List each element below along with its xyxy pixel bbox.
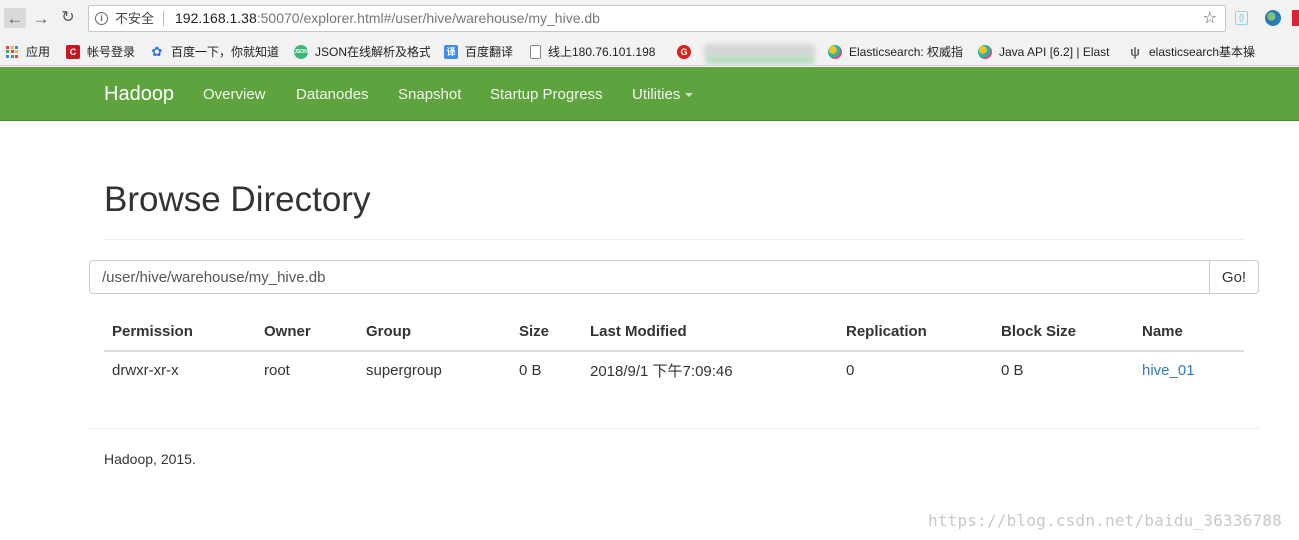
browser-toolbar: ← → ↻ i 不安全 192.168.1.38:50070/explorer.… [0,0,1299,37]
extension-icon[interactable] [1292,10,1299,26]
cell-replication: 0 [846,361,855,379]
g-icon: G [677,44,691,59]
file-table: Permission Owner Group Size Last Modifie… [104,312,1244,388]
extension-icon[interactable]: {} [1235,11,1248,25]
cell-permission: drwxr-xr-x [112,361,179,379]
address-bar[interactable]: i 不安全 192.168.1.38:50070/explorer.html#/… [88,5,1226,32]
go-button[interactable]: Go! [1209,260,1259,294]
column-header-name[interactable]: Name [1134,312,1244,352]
baidu-paw-icon: ✿ [151,43,163,59]
bookmark-apps[interactable]: 应用 [6,43,50,60]
hadoop-navbar: Hadoop Overview Datanodes Snapshot Start… [0,67,1299,121]
column-header-last-modified[interactable]: Last Modified [582,312,838,352]
bookmarks-bar: 应用 C 帐号登录 ✿ 百度一下，你就知道 JSON JSON在线解析及格式 译… [0,37,1299,66]
bookmark-item[interactable]: 译 百度翻译 [444,43,513,60]
url-host: 192.168.1.38 [175,10,257,26]
nav-datanodes[interactable]: Datanodes [296,86,369,103]
back-arrow-icon[interactable]: ← [4,8,26,28]
json-icon: JSON [294,44,308,59]
nav-overview[interactable]: Overview [203,86,266,103]
column-header-replication[interactable]: Replication [838,312,993,352]
bookmark-star-icon[interactable]: ☆ [1203,6,1217,31]
bookmark-label: JSON在线解析及格式 [315,45,430,59]
column-header-owner[interactable]: Owner [256,312,358,352]
url-text[interactable]: 192.168.1.38:50070/explorer.html#/user/h… [175,6,600,31]
navbar-brand[interactable]: Hadoop [104,83,174,106]
column-header-block-size[interactable]: Block Size [993,312,1134,352]
cell-size: 0 B [519,361,542,379]
divider [104,239,1244,240]
column-header-size[interactable]: Size [511,312,582,352]
bookmark-item[interactable]: C 帐号登录 [66,43,135,60]
bookmark-label: elasticsearch基本操 [1149,45,1256,59]
bookmark-item[interactable]: 线上180.76.101.198 [530,43,662,60]
globe-extension-icon[interactable] [1265,10,1281,26]
redacted-bookmark [705,56,815,64]
apps-grid-icon [6,45,18,58]
directory-path-input[interactable] [89,260,1209,294]
bookmark-label: Java API [6.2] | Elast [999,44,1110,59]
nav-utilities-label: Utilities [632,86,681,103]
bookmark-label: Elasticsearch: 权威指 [849,45,964,59]
column-header-group[interactable]: Group [358,312,511,352]
bookmark-label: 应用 [26,45,51,59]
cell-owner: root [264,361,290,379]
bookmark-label: 线上180.76.101.198 [548,45,656,59]
nav-utilities-dropdown[interactable]: Utilities [632,86,694,103]
bookmark-item[interactable]: Java API [6.2] | Elast [978,43,1114,60]
page-title: Browse Directory [104,180,371,219]
table-row: drwxr-xr-x root supergroup 0 B 2018/9/1 … [104,351,1244,388]
bookmark-item[interactable]: ψ elasticsearch基本操 [1128,43,1263,60]
translate-icon: 译 [444,44,458,59]
bookmark-label: 百度一下，你就知道 [171,45,280,59]
security-status[interactable]: 不安全 [115,6,154,31]
nav-startup-progress[interactable]: Startup Progress [490,86,603,103]
elastic-alt-icon: ψ [1130,43,1140,59]
url-path: :50070/explorer.html#/user/hive/warehous… [256,10,600,26]
elastic-icon [828,44,842,59]
reload-icon[interactable]: ↻ [58,8,78,28]
info-icon[interactable]: i [95,12,108,25]
page-icon [530,44,541,59]
bookmark-label: 百度翻译 [465,45,514,59]
bookmark-item[interactable]: JSON JSON在线解析及格式 [294,43,430,60]
forward-arrow-icon[interactable]: → [31,8,51,28]
nav-snapshot[interactable]: Snapshot [398,86,461,103]
divider [163,11,164,26]
column-header-permission[interactable]: Permission [104,312,256,352]
bookmark-item[interactable]: ✿ 百度一下，你就知道 [150,43,279,60]
cell-group: supergroup [366,361,442,379]
caret-down-icon [685,93,694,98]
cell-block-size: 0 B [1001,361,1024,379]
path-form: Go! [89,260,1259,294]
bookmark-item[interactable]: G [677,43,698,60]
footer-text: Hadoop, 2015. [104,451,196,467]
cell-last-modified: 2018/9/1 下午7:09:46 [590,362,733,380]
watermark: https://blog.csdn.net/baidu_36336788 [928,511,1282,530]
csdn-icon: C [66,44,80,59]
elastic-icon [978,44,992,59]
bookmark-item[interactable]: Elasticsearch: 权威指 [828,43,964,60]
table-header-row: Permission Owner Group Size Last Modifie… [104,312,1244,352]
cell-name: hive_01 [1134,351,1244,388]
divider [89,428,1259,429]
file-name-link[interactable]: hive_01 [1142,362,1195,379]
bookmark-label: 帐号登录 [87,45,136,59]
